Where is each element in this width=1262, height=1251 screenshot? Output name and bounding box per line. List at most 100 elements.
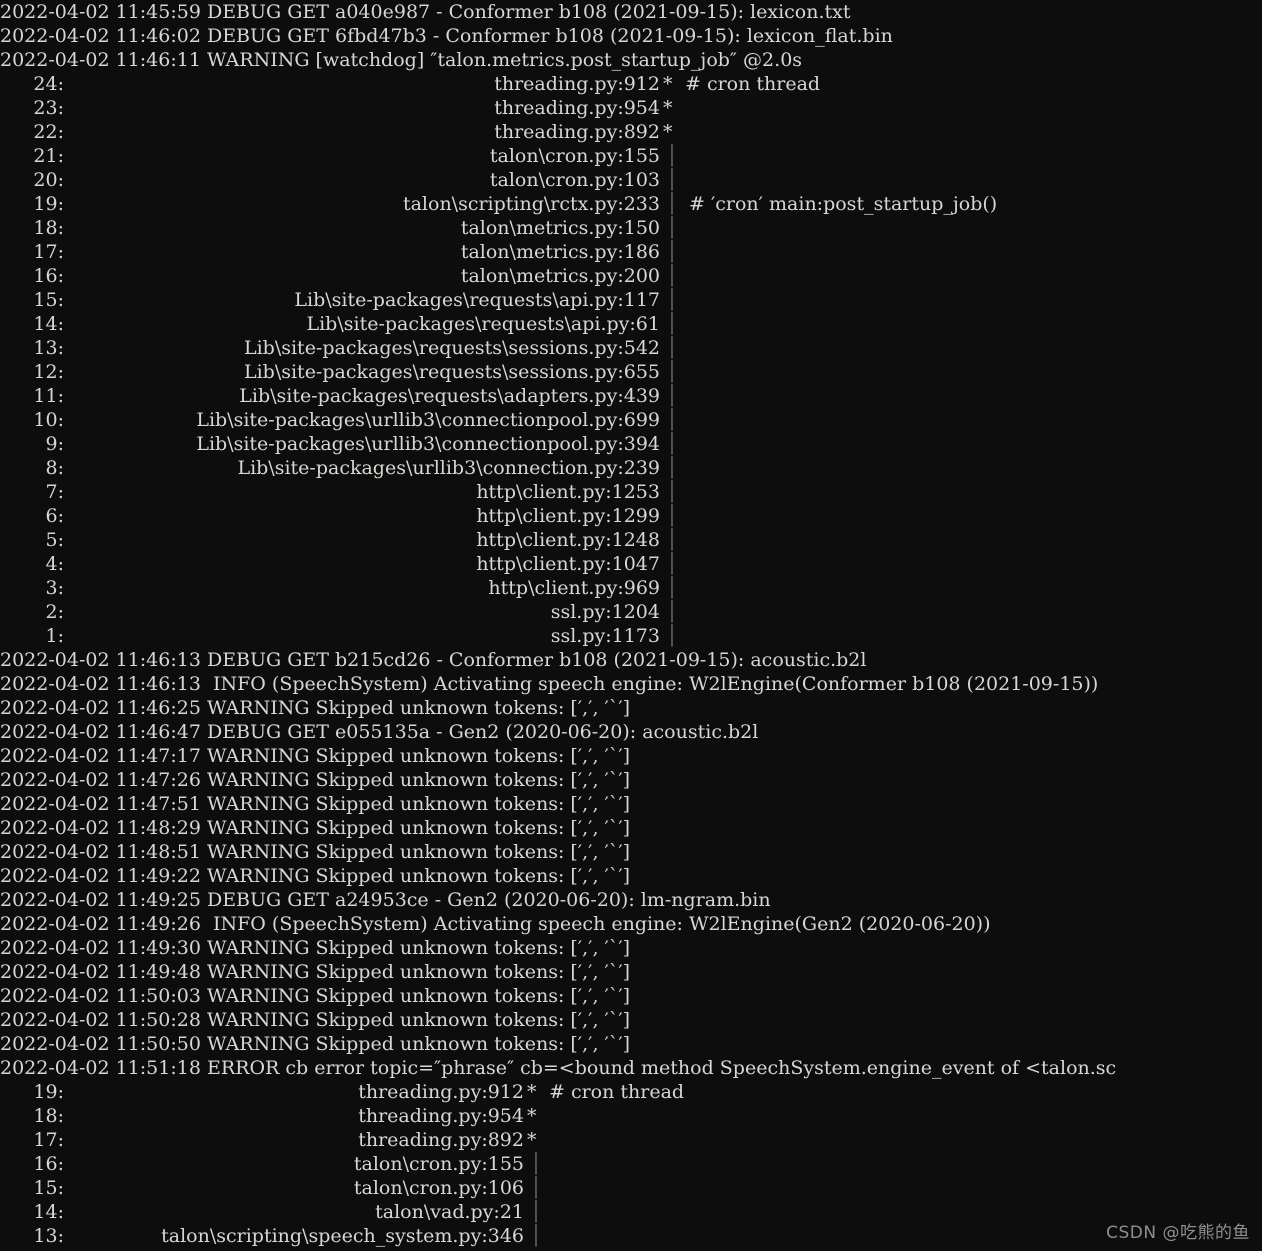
stack-frame-location: threading.py:954: [494, 97, 660, 119]
stack-frame-row: 5: http\client.py:1248: [0, 528, 1262, 552]
stack-frame-row: 17: threading.py:892 *: [0, 1128, 1262, 1152]
stack-frame-location: http\client.py:969: [488, 577, 660, 599]
log-line: 2022-04-02 11:49:25 DEBUG GET a24953ce -…: [0, 889, 771, 911]
stack-frame-note: # ′cron′ main:post_startup_job(): [689, 193, 998, 215]
stack-frame-location: talon\cron.py:155: [353, 1153, 524, 1175]
stack-frame-note: # cron thread: [549, 1081, 685, 1103]
stack-frame-location: talon\cron.py:103: [489, 169, 660, 191]
stack-frame-index: 6:: [45, 505, 65, 527]
stack-frame-rule: [663, 624, 681, 648]
stack-frame-index: 4:: [45, 553, 65, 575]
stack-frame-rule: [663, 600, 681, 624]
stack-frame-rule: [663, 216, 681, 240]
stack-frame-rule: [527, 1200, 545, 1224]
stack-frame-row: 15: Lib\site-packages\requests\api.py:117: [0, 288, 1262, 312]
stack-frame-row: 22: threading.py:892 *: [0, 120, 1262, 144]
stack-frame-row: 12: Lib\site-packages\requests\sessions.p…: [0, 360, 1262, 384]
stack-frame-row: 20: talon\cron.py:103: [0, 168, 1262, 192]
stack-frame-index: 13:: [33, 1225, 64, 1247]
log-line: 2022-04-02 11:50:50 WARNING Skipped unkn…: [0, 1033, 631, 1055]
stack-frame-index: 7:: [45, 481, 65, 503]
stack-frame-row: 15: talon\cron.py:106: [0, 1176, 1262, 1200]
stack-frame-index: 14:: [33, 1201, 64, 1223]
stack-frame-index: 5:: [45, 529, 65, 551]
stack-frame-rule: [663, 576, 681, 600]
stack-frame-index: 24:: [33, 73, 64, 95]
stack-frame-row: 17: talon\metrics.py:186: [0, 240, 1262, 264]
log-line: 2022-04-02 11:49:26 INFO (SpeechSystem) …: [0, 913, 991, 935]
stack-frame-location: talon\metrics.py:150: [460, 217, 660, 239]
log-line: 2022-04-02 11:47:26 WARNING Skipped unkn…: [0, 769, 631, 791]
stack-frame-index: 19:: [33, 1081, 64, 1103]
stack-frame-location: talon\scripting\rctx.py:233: [402, 193, 660, 215]
stack-frame-location: http\client.py:1047: [476, 553, 660, 575]
stack-frame-row: 13: Lib\site-packages\requests\sessions.p…: [0, 336, 1262, 360]
stack-frame-index: 17:: [33, 241, 64, 263]
stack-frame-rule: [663, 192, 681, 216]
stack-frame-index: 19:: [33, 193, 64, 215]
stack-frame-marker: *: [663, 121, 673, 143]
stack-frame-location: talon\cron.py:106: [353, 1177, 524, 1199]
stack-frame-rule: [663, 240, 681, 264]
stack-frame-row: 24: threading.py:912 * # cron thread: [0, 72, 1262, 96]
stack-frame-index: 1:: [45, 625, 65, 647]
stack-frame-row: 18: talon\metrics.py:150: [0, 216, 1262, 240]
stack-frame-rule: [527, 1176, 545, 1200]
stack-frame-location: talon\cron.py:155: [489, 145, 660, 167]
stack-frame-index: 14:: [33, 313, 64, 335]
stack-frame-location: Lib\site-packages\requests\sessions.py:6…: [243, 361, 660, 383]
stack-frame-marker: *: [527, 1129, 537, 1151]
stack-frame-location: threading.py:954: [358, 1105, 524, 1127]
stack-frame-index: 15:: [33, 1177, 64, 1199]
stack-frame-index: 17:: [33, 1129, 64, 1151]
log-line: 2022-04-02 11:51:18 ERROR cb error topic…: [0, 1057, 1117, 1079]
stack-frame-index: 12:: [33, 361, 64, 383]
log-line: 2022-04-02 11:46:47 DEBUG GET e055135a -…: [0, 721, 759, 743]
stack-frame-marker: *: [663, 73, 673, 95]
terminal-log-view[interactable]: 2022-04-02 11:45:59 DEBUG GET a040e987 -…: [0, 0, 1262, 1251]
log-line: 2022-04-02 11:47:51 WARNING Skipped unkn…: [0, 793, 631, 815]
log-line: 2022-04-02 11:50:03 WARNING Skipped unkn…: [0, 985, 631, 1007]
log-line: 2022-04-02 11:46:11 WARNING [watchdog] ″…: [0, 49, 803, 71]
log-line: 2022-04-02 11:46:13 DEBUG GET b215cd26 -…: [0, 649, 867, 671]
stack-frame-rule: [663, 528, 681, 552]
log-line: 2022-04-02 11:49:48 WARNING Skipped unkn…: [0, 961, 631, 983]
stack-frame-row: 2: ssl.py:1204: [0, 600, 1262, 624]
stack-frame-index: 8:: [45, 457, 65, 479]
stack-frame-rule: [663, 144, 681, 168]
csdn-watermark: CSDN @吃熊的鱼: [1106, 1223, 1250, 1243]
stack-frame-index: 22:: [33, 121, 64, 143]
stack-frame-index: 16:: [33, 265, 64, 287]
stack-frame-row: 18: threading.py:954 *: [0, 1104, 1262, 1128]
stack-frame-rule: [663, 432, 681, 456]
stack-frame-location: threading.py:912: [358, 1081, 524, 1103]
stack-frame-marker: *: [527, 1081, 537, 1103]
stack-frame-index: 2:: [45, 601, 65, 623]
stack-frame-location: Lib\site-packages\requests\api.py:117: [294, 289, 660, 311]
stack-frame-row: 14: Lib\site-packages\requests\api.py:61: [0, 312, 1262, 336]
stack-frame-location: talon\scripting\speech_system.py:346: [161, 1225, 524, 1247]
stack-frame-rule: [663, 360, 681, 384]
stack-frame-location: talon\vad.py:21: [375, 1201, 524, 1223]
log-output: 2022-04-02 11:45:59 DEBUG GET a040e987 -…: [0, 0, 1262, 1248]
stack-frame-rule: [663, 336, 681, 360]
stack-frame-row: 4: http\client.py:1047: [0, 552, 1262, 576]
stack-frame-location: http\client.py:1253: [476, 481, 660, 503]
stack-frame-rule: [663, 456, 681, 480]
stack-frame-location: Lib\site-packages\urllib3\connection.py:…: [237, 457, 660, 479]
stack-frame-location: Lib\site-packages\requests\adapters.py:4…: [239, 385, 660, 407]
stack-frame-row: 11: Lib\site-packages\requests\adapters.p…: [0, 384, 1262, 408]
stack-frame-index: 10:: [33, 409, 64, 431]
log-line: 2022-04-02 11:48:51 WARNING Skipped unkn…: [0, 841, 631, 863]
log-line: 2022-04-02 11:50:28 WARNING Skipped unkn…: [0, 1009, 631, 1031]
stack-frame-row: 1: ssl.py:1173: [0, 624, 1262, 648]
stack-frame-location: threading.py:892: [358, 1129, 524, 1151]
log-line: 2022-04-02 11:48:29 WARNING Skipped unkn…: [0, 817, 631, 839]
stack-frame-location: Lib\site-packages\requests\sessions.py:5…: [243, 337, 660, 359]
log-line: 2022-04-02 11:47:17 WARNING Skipped unkn…: [0, 745, 631, 767]
stack-frame-location: Lib\site-packages\requests\api.py:61: [306, 313, 660, 335]
stack-frame-row: 19: talon\scripting\rctx.py:233 # ′cron′ m…: [0, 192, 1262, 216]
stack-frame-rule: [663, 384, 681, 408]
stack-frame-index: 11:: [33, 385, 64, 407]
stack-frame-location: Lib\site-packages\urllib3\connectionpool…: [196, 433, 660, 455]
